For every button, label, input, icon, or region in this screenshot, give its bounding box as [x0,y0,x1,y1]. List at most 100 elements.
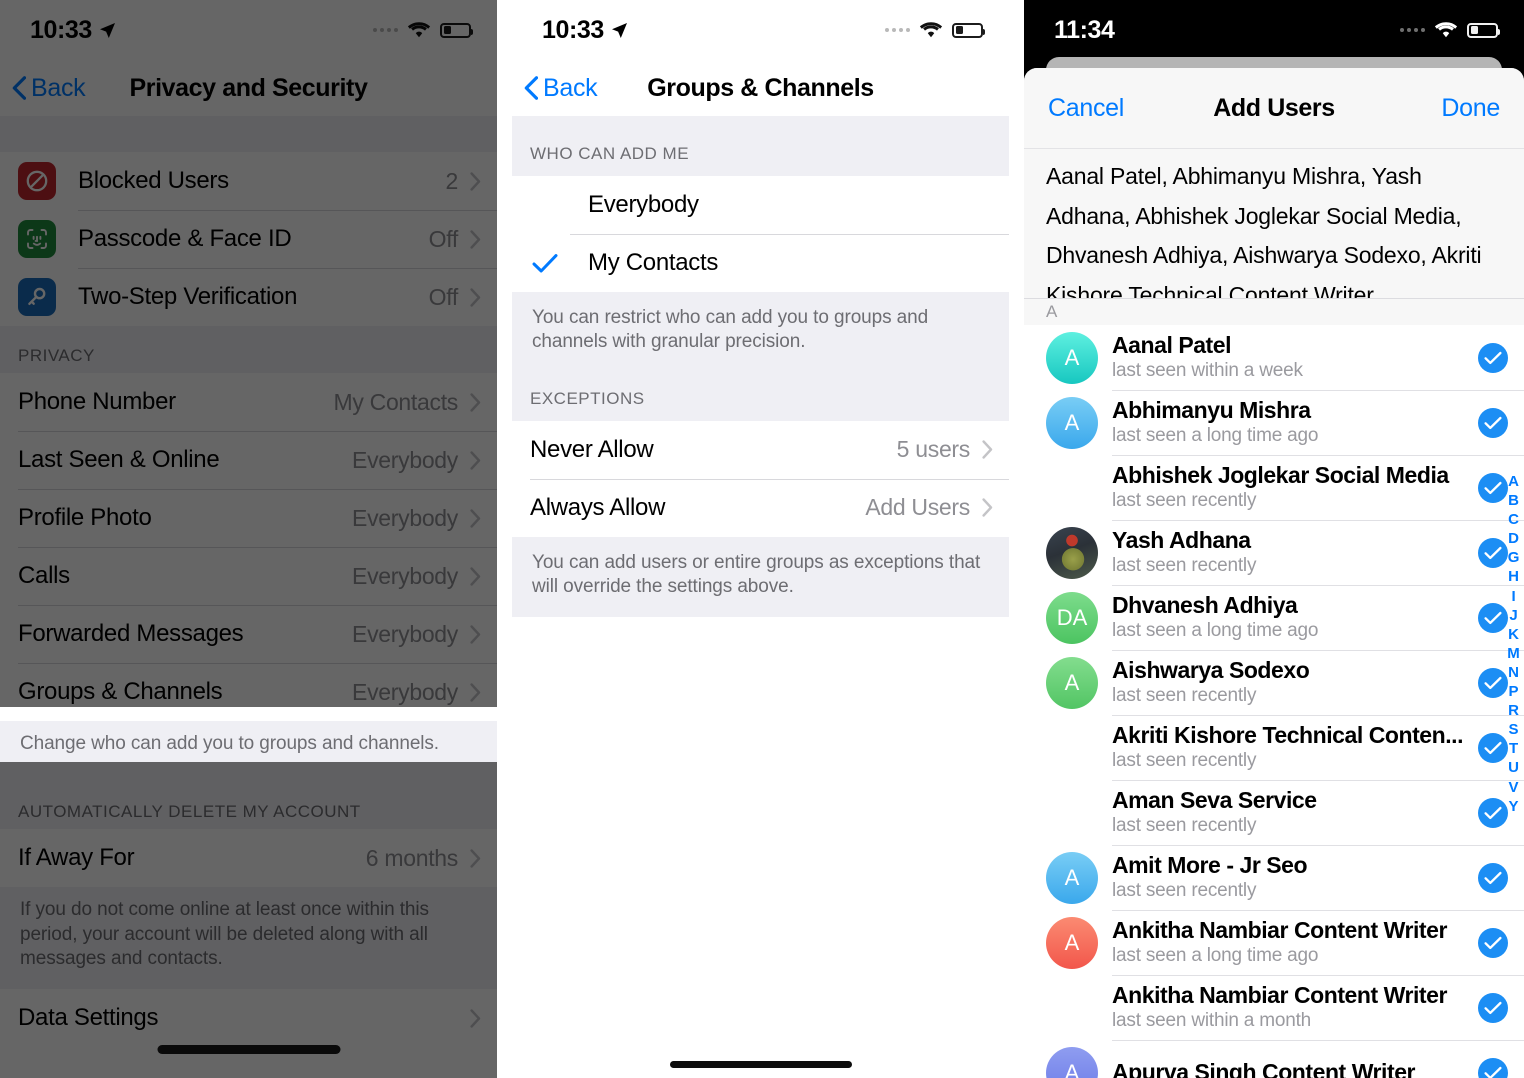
row-never-allow[interactable]: Never Allow 5 users [512,420,1009,479]
index-letter[interactable]: C [1508,511,1519,528]
index-letter[interactable]: U [1508,759,1519,776]
index-letter[interactable]: V [1509,779,1519,796]
option-label: My Contacts [588,249,719,276]
checkbox-checked-icon[interactable] [1478,797,1508,828]
page-background [512,676,1009,1078]
section-spacer [0,116,497,152]
row-label: Forwarded Messages [18,620,244,647]
contact-row[interactable]: A Amit More - Jr Seo last seen recently [1024,845,1524,910]
row-calls[interactable]: Calls Everybody [0,547,497,605]
check-icon [532,253,572,273]
contact-row[interactable]: Yash Adhana last seen recently [1024,520,1524,585]
index-letter[interactable]: S [1509,721,1519,738]
row-data-settings[interactable]: Data Settings [0,989,497,1048]
contact-text: Aanal Patel last seen within a week [1112,331,1468,384]
row-accessory: Add Users [865,494,993,521]
chevron-left-icon [524,76,538,100]
who-can-add-me-options: Everybody My Contacts [512,176,1009,292]
back-button[interactable]: Back [512,73,598,103]
checkbox-checked-icon[interactable] [1478,992,1508,1023]
index-letter[interactable]: K [1508,626,1519,643]
row-groups-and-channels[interactable]: Groups & Channels Everybody [0,663,497,721]
index-letter[interactable]: D [1508,530,1519,547]
row-profile-photo[interactable]: Profile Photo Everybody [0,489,497,547]
contact-text: Amit More - Jr Seo last seen recently [1112,851,1468,904]
row-accessory: 5 users [897,436,993,463]
index-letter[interactable]: T [1509,740,1518,757]
avatar: A [1046,396,1098,449]
row-blocked-users[interactable]: Blocked Users 2 [0,152,497,210]
row-last-seen-online[interactable]: Last Seen & Online Everybody [0,431,497,489]
row-phone-number[interactable]: Phone Number My Contacts [0,373,497,431]
avatar: DA [1046,591,1098,644]
index-letter[interactable]: J [1509,607,1518,624]
index-letter[interactable]: I [1511,588,1515,605]
checkbox-checked-icon[interactable] [1478,342,1508,373]
index-letter[interactable]: B [1508,492,1519,509]
index-letter[interactable]: N [1508,664,1519,681]
contact-status: last seen within a week [1112,360,1303,382]
privacy-list: Phone Number My Contacts Last Seen & Onl… [0,373,497,721]
key-icon [18,278,56,316]
modal-nav-bar: Cancel Add Users Done [1024,68,1524,148]
checkbox-checked-icon[interactable] [1478,927,1508,958]
checkbox-checked-icon[interactable] [1478,472,1508,503]
row-passcode-face-id[interactable]: Passcode & Face ID Off [0,210,497,268]
checkbox-checked-icon[interactable] [1478,667,1508,698]
contact-row[interactable]: Aman Seva Service last seen recently [1024,780,1524,845]
contact-row[interactable]: A Ankitha Nambiar Content Writer last se… [1024,910,1524,975]
row-always-allow[interactable]: Always Allow Add Users [512,478,1009,537]
checkbox-checked-icon[interactable] [1478,1057,1508,1078]
checkbox-checked-icon[interactable] [1478,537,1508,568]
back-button[interactable]: Back [0,74,86,103]
contact-row[interactable]: Abhishek Joglekar Social Media last seen… [1024,455,1524,520]
back-label: Back [543,73,598,102]
contact-status: last seen recently [1112,750,1257,772]
row-accessory [470,1009,481,1028]
option-everybody[interactable]: Everybody [512,176,1009,234]
contact-status: last seen a long time ago [1112,945,1319,967]
row-forwarded-messages[interactable]: Forwarded Messages Everybody [0,605,497,663]
contact-text: Aman Seva Service last seen recently [1112,786,1468,839]
row-accessory: Off [429,226,481,253]
alphabet-index[interactable]: A B C D G H I J K M N P R S T U V Y [1507,473,1520,815]
index-letter[interactable]: P [1509,683,1519,700]
contact-row[interactable]: Ankitha Nambiar Content Writer last seen… [1024,975,1524,1040]
index-letter[interactable]: R [1508,702,1519,719]
contact-row[interactable]: Akriti Kishore Technical Conten... last … [1024,715,1524,780]
panel-gap-2 [1009,0,1024,1078]
cancel-button[interactable]: Cancel [1048,94,1124,123]
row-value: 5 users [896,436,971,463]
avatar: A [1046,916,1098,969]
status-right [885,21,985,39]
contact-row[interactable]: A Aishwarya Sodexo last seen recently [1024,650,1524,715]
index-letter[interactable]: A [1508,473,1519,490]
contact-row[interactable]: A Abhimanyu Mishra last seen a long time… [1024,390,1524,455]
done-button[interactable]: Done [1441,94,1500,123]
option-my-contacts[interactable]: My Contacts [512,234,1009,292]
selected-users-field[interactable]: Aanal Patel, Abhimanyu Mishra, Yash Adha… [1024,148,1524,298]
index-letter[interactable]: M [1507,645,1520,662]
row-if-away-for[interactable]: If Away For 6 months [0,829,497,888]
row-value: Everybody [352,678,458,705]
index-letter[interactable]: G [1508,549,1520,566]
contact-status: last seen recently [1112,685,1257,707]
status-right [373,21,473,39]
status-right [1400,21,1500,39]
section-index-letter: A [1024,298,1524,325]
contact-status: last seen recently [1112,555,1257,577]
checkbox-checked-icon[interactable] [1478,407,1508,438]
row-label: Never Allow [530,435,654,463]
contact-status: last seen recently [1112,490,1257,512]
checkbox-checked-icon[interactable] [1478,602,1508,633]
index-letter[interactable]: Y [1509,798,1519,815]
contact-text: Ankitha Nambiar Content Writer last seen… [1112,916,1468,969]
checkbox-checked-icon[interactable] [1478,862,1508,893]
index-letter[interactable]: H [1508,568,1519,585]
checkbox-checked-icon[interactable] [1478,732,1508,763]
contact-row[interactable]: DA Dhvanesh Adhiya last seen a long time… [1024,585,1524,650]
row-label: Blocked Users [78,167,229,194]
row-two-step-verification[interactable]: Two-Step Verification Off [0,268,497,326]
contact-row[interactable]: A Aanal Patel last seen within a week [1024,325,1524,390]
contact-row[interactable]: A Apurva Singh Content Writer [1024,1040,1524,1078]
